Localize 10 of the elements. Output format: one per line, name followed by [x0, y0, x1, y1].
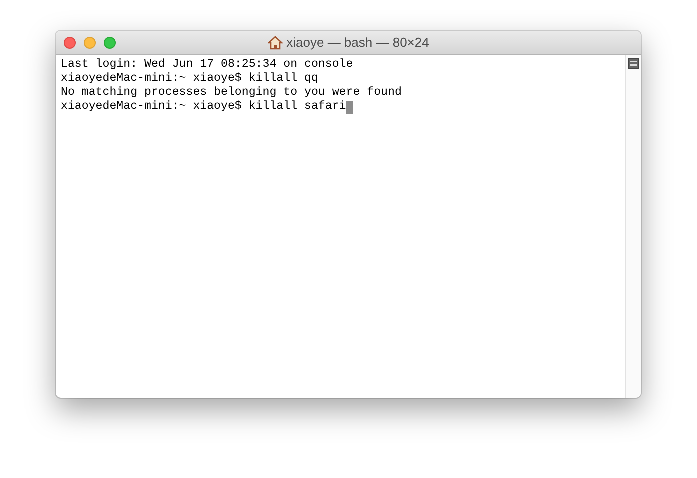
home-icon — [268, 36, 283, 50]
terminal-line: xiaoyedeMac-mini:~ xiaoye$ killall qq — [61, 72, 318, 86]
split-pane-icon[interactable] — [628, 58, 639, 69]
zoom-button[interactable] — [104, 36, 116, 48]
terminal-line: Last login: Wed Jun 17 08:25:34 on console — [61, 58, 354, 72]
close-button[interactable] — [64, 36, 76, 48]
terminal-line: No matching processes belonging to you were found — [61, 86, 402, 100]
window-title: xiaoye — bash — 80×24 — [286, 35, 430, 50]
minimize-button[interactable] — [84, 36, 96, 48]
terminal-line: xiaoyedeMac-mini:~ xiaoye$ killall safari — [61, 100, 346, 114]
